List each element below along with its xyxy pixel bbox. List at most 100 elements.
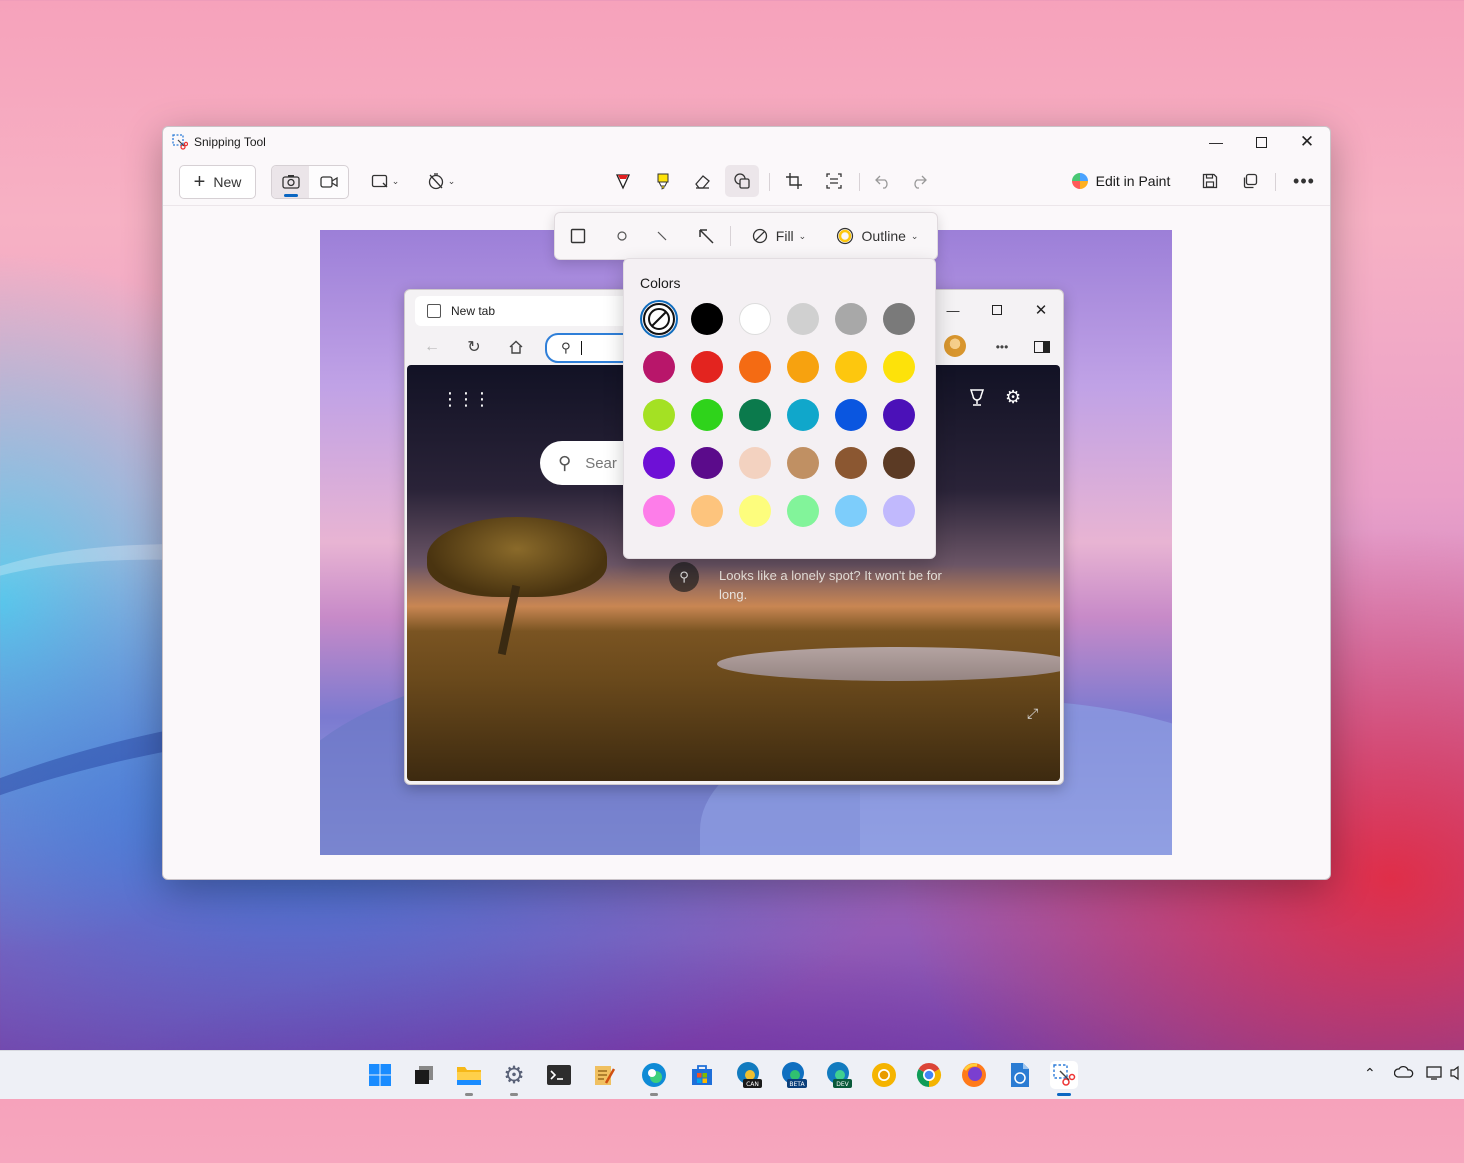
task-view-icon[interactable] bbox=[410, 1061, 438, 1089]
browser-minimize-icon: — bbox=[946, 302, 960, 318]
color-swatch[interactable] bbox=[691, 351, 723, 383]
color-swatch[interactable] bbox=[739, 351, 771, 383]
color-swatch[interactable] bbox=[691, 399, 723, 431]
color-swatch[interactable] bbox=[787, 303, 819, 335]
edge-beta-icon[interactable]: BETA bbox=[780, 1061, 808, 1089]
outline-color-icon bbox=[836, 227, 853, 245]
color-swatch[interactable] bbox=[787, 447, 819, 479]
search-placeholder: Sear bbox=[585, 454, 617, 472]
redo-button[interactable] bbox=[903, 165, 935, 197]
rectangle-icon bbox=[570, 228, 586, 244]
text-actions-button[interactable] bbox=[818, 165, 850, 197]
color-swatch[interactable] bbox=[835, 351, 867, 383]
highlighter-button[interactable] bbox=[647, 165, 679, 197]
snipping-tool-icon[interactable] bbox=[1050, 1061, 1078, 1096]
shapes-button[interactable] bbox=[725, 165, 759, 197]
firefox-icon[interactable] bbox=[960, 1061, 988, 1089]
color-swatch[interactable] bbox=[691, 447, 723, 479]
back-icon: ← bbox=[424, 338, 440, 355]
title-bar[interactable]: Snipping Tool — ✕ bbox=[163, 127, 1330, 157]
color-swatch[interactable] bbox=[691, 303, 723, 335]
chevron-down-icon: ⌄ bbox=[447, 175, 456, 186]
maximize-button[interactable] bbox=[1238, 127, 1284, 157]
text-caret bbox=[580, 341, 582, 355]
color-swatch[interactable] bbox=[643, 495, 675, 527]
close-button[interactable]: ✕ bbox=[1284, 127, 1330, 157]
more-options-button[interactable]: ••• bbox=[1288, 165, 1320, 197]
color-swatch[interactable] bbox=[835, 399, 867, 431]
color-swatch[interactable] bbox=[835, 447, 867, 479]
color-swatch[interactable] bbox=[643, 447, 675, 479]
fill-dropdown[interactable]: Fill ⌄ bbox=[739, 220, 819, 252]
color-swatch[interactable] bbox=[739, 303, 771, 335]
crop-icon bbox=[786, 173, 802, 189]
undo-button[interactable] bbox=[867, 165, 899, 197]
edit-in-paint-button[interactable]: Edit in Paint bbox=[1067, 165, 1175, 197]
eraser-button[interactable] bbox=[686, 165, 718, 197]
color-swatch[interactable] bbox=[787, 399, 819, 431]
shape-options-bar: Fill ⌄ Outline ⌄ bbox=[554, 212, 938, 260]
plus-icon: + bbox=[193, 171, 206, 193]
new-button-label: New bbox=[213, 174, 242, 190]
network-icon[interactable] bbox=[1426, 1065, 1444, 1084]
eraser-icon bbox=[695, 175, 710, 189]
color-swatch[interactable] bbox=[691, 495, 723, 527]
notepad-icon[interactable] bbox=[590, 1061, 618, 1089]
highlighter-icon bbox=[657, 173, 669, 190]
crop-button[interactable] bbox=[778, 165, 810, 197]
volume-icon[interactable] bbox=[1450, 1065, 1464, 1084]
color-swatch[interactable] bbox=[787, 495, 819, 527]
line-shape-button[interactable] bbox=[647, 220, 677, 252]
minimize-button[interactable]: — bbox=[1193, 127, 1239, 157]
svg-text:CAN: CAN bbox=[746, 1081, 759, 1088]
video-camera-icon bbox=[320, 176, 338, 188]
color-swatch[interactable] bbox=[883, 495, 915, 527]
new-button[interactable]: + New bbox=[179, 165, 256, 199]
store-icon[interactable] bbox=[688, 1061, 716, 1089]
arrow-shape-button[interactable] bbox=[691, 220, 721, 252]
color-swatch[interactable] bbox=[883, 399, 915, 431]
svg-text:BETA: BETA bbox=[789, 1081, 805, 1088]
file-explorer-icon[interactable] bbox=[455, 1061, 483, 1096]
ellipse-shape-button[interactable] bbox=[607, 220, 637, 252]
windows-start-icon[interactable] bbox=[366, 1061, 394, 1089]
no-color-swatch[interactable] bbox=[640, 300, 678, 338]
colors-popup: Colors bbox=[623, 258, 936, 559]
chevron-down-icon: ⌄ bbox=[391, 175, 400, 186]
rectangle-snip-icon bbox=[371, 174, 388, 188]
chrome-icon[interactable] bbox=[915, 1061, 943, 1089]
chrome-canary-icon[interactable] bbox=[870, 1061, 898, 1089]
edge-canary-icon[interactable]: CAN bbox=[735, 1061, 763, 1089]
color-swatch[interactable] bbox=[643, 399, 675, 431]
color-swatch[interactable] bbox=[883, 447, 915, 479]
edge-icon[interactable] bbox=[640, 1061, 668, 1096]
word-icon[interactable] bbox=[1005, 1061, 1033, 1089]
copy-button[interactable] bbox=[1234, 165, 1266, 197]
color-swatch[interactable] bbox=[883, 351, 915, 383]
color-swatch[interactable] bbox=[739, 447, 771, 479]
terminal-icon[interactable] bbox=[545, 1061, 573, 1089]
rectangle-shape-button[interactable] bbox=[563, 220, 593, 252]
color-swatch[interactable] bbox=[787, 351, 819, 383]
color-swatch[interactable] bbox=[835, 495, 867, 527]
color-swatch[interactable] bbox=[835, 303, 867, 335]
save-button[interactable] bbox=[1194, 165, 1226, 197]
video-mode-button[interactable] bbox=[310, 166, 348, 198]
color-swatch[interactable] bbox=[883, 303, 915, 335]
edge-dev-icon[interactable]: DEV bbox=[825, 1061, 853, 1089]
color-swatch[interactable] bbox=[739, 495, 771, 527]
onedrive-icon[interactable] bbox=[1393, 1065, 1414, 1082]
toolbar-divider bbox=[769, 173, 770, 191]
color-swatch[interactable] bbox=[643, 351, 675, 383]
outline-dropdown[interactable]: Outline ⌄ bbox=[827, 220, 927, 252]
settings-icon[interactable]: ⚙ bbox=[500, 1061, 528, 1096]
delay-dropdown[interactable]: ⌄ bbox=[421, 165, 461, 197]
color-swatch[interactable] bbox=[739, 399, 771, 431]
chevron-up-icon[interactable]: ⌃ bbox=[1364, 1065, 1376, 1082]
ballpoint-pen-button[interactable] bbox=[607, 165, 639, 197]
screenshot-mode-button[interactable] bbox=[272, 166, 309, 198]
no-fill-icon bbox=[752, 228, 767, 244]
snip-shape-dropdown[interactable]: ⌄ bbox=[365, 165, 405, 197]
undo-icon bbox=[875, 175, 888, 189]
profile-avatar bbox=[944, 335, 966, 357]
